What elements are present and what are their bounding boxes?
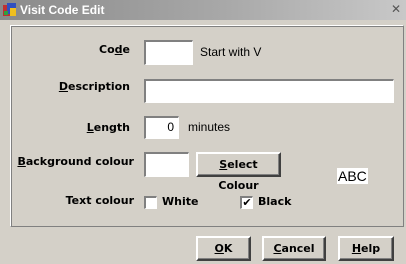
window-title: Visit Code Edit (20, 3, 105, 17)
code-label: Code (99, 43, 130, 56)
length-label: Length (86, 121, 130, 134)
white-label: White (162, 195, 199, 208)
description-input[interactable] (144, 79, 394, 103)
black-label: Black (258, 195, 292, 208)
description-label: Description (58, 80, 130, 93)
background-colour-swatch (144, 152, 189, 177)
length-unit: minutes (188, 120, 231, 134)
select-colour-button[interactable]: Select Colour (196, 152, 281, 192)
code-input[interactable] (144, 40, 193, 65)
close-icon[interactable]: ✕ (389, 3, 403, 16)
code-hint: Start with V (200, 45, 262, 59)
ok-button[interactable]: OK (196, 236, 251, 261)
length-input[interactable]: 0 (144, 116, 179, 139)
colour-preview-text: ABC (337, 168, 368, 184)
black-checkbox[interactable]: ✔ (240, 196, 253, 209)
help-button[interactable]: Help (338, 236, 394, 261)
title-bar: Visit Code Edit ✕ (0, 0, 406, 20)
white-checkbox[interactable] (144, 196, 157, 209)
background-colour-label: Background colour (17, 155, 134, 168)
app-icon (3, 3, 16, 16)
text-colour-label: Text colour (65, 194, 134, 207)
cancel-button[interactable]: Cancel (262, 236, 326, 261)
